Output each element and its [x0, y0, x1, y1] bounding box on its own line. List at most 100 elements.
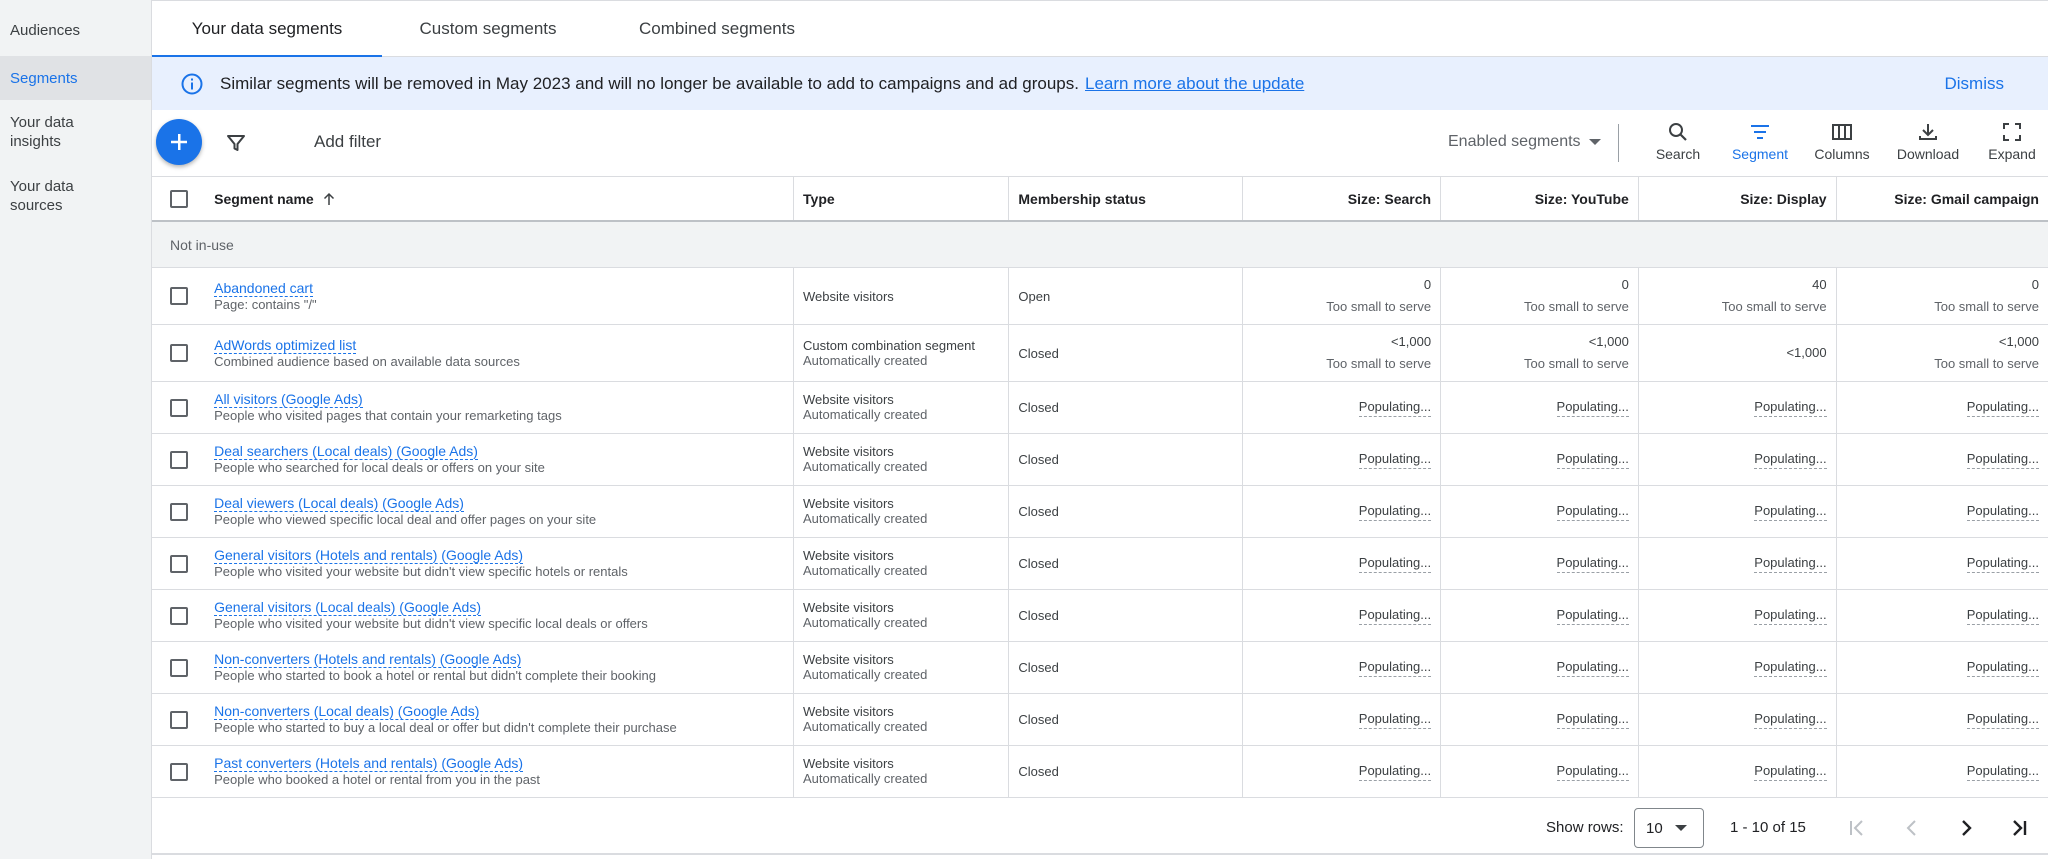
- size-value[interactable]: Populating...: [1358, 658, 1432, 677]
- sidebar-item-audiences[interactable]: Audiences: [0, 0, 151, 56]
- download-tool-button[interactable]: Download: [1893, 120, 1963, 162]
- header-segment-name[interactable]: Segment name: [191, 177, 795, 220]
- segment-name-link[interactable]: All visitors (Google Ads): [214, 391, 363, 408]
- tab-your-data-segments[interactable]: Your data segments: [152, 1, 382, 58]
- row-checkbox[interactable]: [169, 398, 188, 417]
- size-value[interactable]: Populating...: [1966, 606, 2039, 625]
- size-value[interactable]: Populating...: [1358, 450, 1432, 469]
- header-size-display[interactable]: Size: Display: [1639, 177, 1837, 220]
- type-cell: Website visitors Automatically created: [794, 694, 1010, 745]
- size-value[interactable]: Populating...: [1556, 502, 1629, 521]
- segment-name-link[interactable]: Abandoned cart: [214, 280, 313, 297]
- sidebar-item-data-insights[interactable]: Your data insights: [0, 100, 151, 164]
- size-value[interactable]: Populating...: [1966, 502, 2039, 521]
- row-checkbox-cell: [152, 694, 191, 745]
- size-value[interactable]: Populating...: [1966, 710, 2039, 729]
- row-checkbox[interactable]: [169, 344, 188, 362]
- membership-status-cell: Closed: [1009, 486, 1244, 537]
- size-value[interactable]: Populating...: [1754, 658, 1827, 677]
- row-checkbox[interactable]: [169, 554, 188, 573]
- size-display-cell: Populating...: [1639, 642, 1837, 693]
- size-value[interactable]: Populating...: [1358, 762, 1432, 781]
- size-value[interactable]: Populating...: [1358, 398, 1432, 417]
- header-size-search[interactable]: Size: Search: [1243, 177, 1442, 220]
- next-page-icon[interactable]: [1953, 815, 1979, 841]
- add-segment-button[interactable]: [156, 119, 202, 165]
- size-value[interactable]: Populating...: [1966, 398, 2039, 417]
- learn-more-link[interactable]: Learn more about the update: [1085, 74, 1304, 94]
- size-value[interactable]: Populating...: [1556, 398, 1629, 417]
- size-value[interactable]: Populating...: [1358, 554, 1432, 573]
- size-value[interactable]: Populating...: [1754, 606, 1827, 625]
- segment-name-link[interactable]: Non-converters (Local deals) (Google Ads…: [214, 703, 480, 720]
- dismiss-button[interactable]: Dismiss: [1945, 74, 2005, 94]
- size-value[interactable]: Populating...: [1358, 502, 1432, 521]
- size-value[interactable]: Populating...: [1556, 450, 1629, 469]
- header-checkbox-cell: [152, 177, 191, 220]
- size-value[interactable]: Populating...: [1754, 450, 1827, 469]
- columns-tool-button[interactable]: Columns: [1807, 120, 1877, 162]
- row-checkbox[interactable]: [169, 606, 188, 625]
- first-page-icon[interactable]: [1844, 815, 1870, 841]
- size-youtube-cell: Populating...: [1441, 538, 1639, 589]
- tab-custom-segments[interactable]: Custom segments: [382, 1, 594, 57]
- segment-name-link[interactable]: Non-converters (Hotels and rentals) (Goo…: [214, 651, 522, 668]
- sidebar-item-data-sources[interactable]: Your data sources: [0, 164, 151, 228]
- segment-description: People who visited your website but didn…: [214, 616, 648, 631]
- size-value[interactable]: Populating...: [1966, 762, 2039, 781]
- size-display-cell: Populating...: [1639, 746, 1837, 797]
- size-search-cell: Populating...: [1243, 642, 1442, 693]
- enabled-segments-dropdown[interactable]: Enabled segments: [1448, 133, 1601, 151]
- row-checkbox[interactable]: [169, 450, 188, 469]
- search-tool-button[interactable]: Search: [1643, 120, 1713, 162]
- size-value[interactable]: Populating...: [1358, 710, 1432, 729]
- header-size-youtube[interactable]: Size: YouTube: [1441, 177, 1639, 220]
- size-value[interactable]: Populating...: [1754, 502, 1827, 521]
- segment-name-link[interactable]: Deal viewers (Local deals) (Google Ads): [214, 495, 464, 512]
- segment-name-cell: General visitors (Hotels and rentals) (G…: [191, 538, 795, 589]
- size-value[interactable]: Populating...: [1556, 554, 1629, 573]
- row-checkbox[interactable]: [169, 710, 188, 729]
- filter-icon[interactable]: [224, 131, 248, 155]
- row-checkbox[interactable]: [169, 762, 188, 781]
- sidebar-item-segments[interactable]: Segments: [0, 56, 151, 100]
- select-all-checkbox[interactable]: [169, 189, 188, 208]
- type-cell: Website visitors Automatically created: [794, 486, 1010, 537]
- size-value[interactable]: Populating...: [1966, 658, 2039, 677]
- size-value[interactable]: Populating...: [1966, 554, 2039, 573]
- segment-name-link[interactable]: AdWords optimized list: [214, 337, 357, 354]
- size-value[interactable]: Populating...: [1754, 762, 1827, 781]
- segment-name-link[interactable]: General visitors (Hotels and rentals) (G…: [214, 547, 524, 564]
- size-gmail-cell: Populating...: [1837, 434, 2048, 485]
- expand-tool-button[interactable]: Expand: [1977, 120, 2047, 162]
- segment-name-link[interactable]: General visitors (Local deals) (Google A…: [214, 599, 482, 616]
- info-banner: Similar segments will be removed in May …: [152, 57, 2048, 110]
- size-value: <1,000: [1998, 334, 2039, 349]
- last-page-icon[interactable]: [2006, 815, 2032, 841]
- type-value: Website visitors: [803, 756, 894, 771]
- tab-combined-segments[interactable]: Combined segments: [594, 1, 840, 57]
- size-value[interactable]: Populating...: [1556, 710, 1629, 729]
- previous-page-icon[interactable]: [1899, 815, 1925, 841]
- row-checkbox[interactable]: [169, 658, 188, 677]
- rows-per-page-select[interactable]: 10: [1634, 808, 1704, 848]
- header-membership-status[interactable]: Membership status: [1009, 177, 1244, 220]
- add-filter-button[interactable]: Add filter: [314, 132, 381, 152]
- segment-name-link[interactable]: Deal searchers (Local deals) (Google Ads…: [214, 443, 478, 460]
- header-size-gmail[interactable]: Size: Gmail campaign: [1837, 177, 2048, 220]
- size-value[interactable]: Populating...: [1556, 606, 1629, 625]
- segment-tool-button[interactable]: Segment: [1725, 120, 1795, 162]
- table-row: Abandoned cart Page: contains "/" Website …: [152, 268, 2048, 325]
- size-value[interactable]: Populating...: [1966, 450, 2039, 469]
- sidebar-item-label: Audiences: [10, 21, 81, 39]
- row-checkbox[interactable]: [169, 287, 188, 305]
- header-type[interactable]: Type: [794, 177, 1010, 220]
- row-checkbox[interactable]: [169, 502, 188, 521]
- size-value[interactable]: Populating...: [1556, 762, 1629, 781]
- size-value[interactable]: Populating...: [1556, 658, 1629, 677]
- size-value[interactable]: Populating...: [1754, 398, 1827, 417]
- size-value[interactable]: Populating...: [1754, 710, 1827, 729]
- size-value[interactable]: Populating...: [1358, 606, 1432, 625]
- segment-name-link[interactable]: Past converters (Hotels and rentals) (Go…: [214, 755, 524, 772]
- size-value[interactable]: Populating...: [1754, 554, 1827, 573]
